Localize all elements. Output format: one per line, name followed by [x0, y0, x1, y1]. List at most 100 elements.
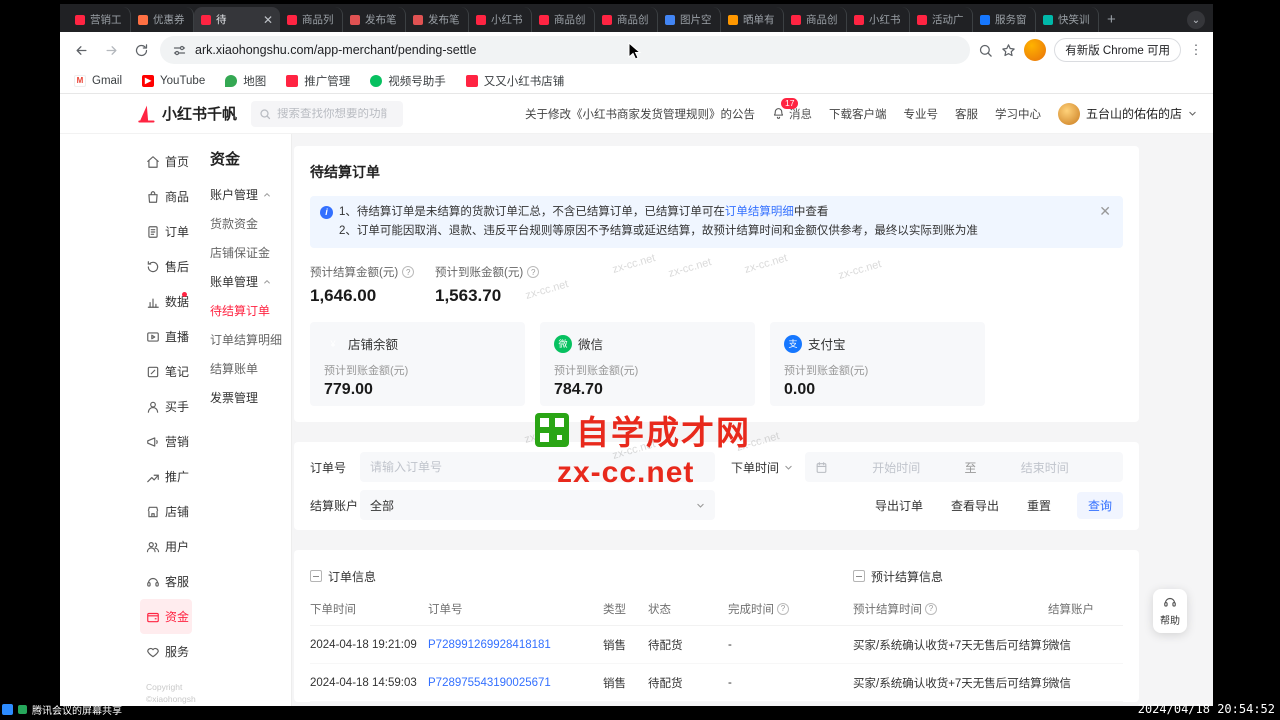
- brand-name: 小红书千帆: [162, 103, 237, 124]
- chrome-update-button[interactable]: 有新版 Chrome 可用: [1054, 38, 1181, 62]
- collapse-icon[interactable]: [853, 570, 865, 582]
- collapse-icon[interactable]: [310, 570, 322, 582]
- close-icon[interactable]: ✕: [1099, 202, 1111, 221]
- tab-strip: 营销工 优惠券 待✕ 商品列 发布笔 发布笔 小红书 商品创 商品创 图片空 晒…: [60, 4, 1213, 32]
- view-export-button[interactable]: 查看导出: [951, 497, 999, 514]
- reset-button[interactable]: 重置: [1027, 497, 1051, 514]
- bookmark-youtube[interactable]: ▶YouTube: [142, 75, 205, 87]
- bookmark-channels[interactable]: 视频号助手: [370, 73, 446, 89]
- browser-tab[interactable]: 商品列: [280, 7, 343, 32]
- tab-close-icon[interactable]: ✕: [263, 14, 273, 26]
- nav-link-pro-account[interactable]: 专业号: [903, 106, 938, 122]
- address-bar: ark.xiaohongshu.com/app-merchant/pending…: [60, 32, 1213, 68]
- query-button[interactable]: 查询: [1077, 492, 1123, 519]
- messages[interactable]: 消息 17: [772, 106, 812, 122]
- new-tab-button[interactable]: +: [1107, 11, 1116, 28]
- brand[interactable]: 小红书千帆: [136, 103, 237, 124]
- browser-tab[interactable]: 商品创: [532, 7, 595, 32]
- sidebar-item-home[interactable]: 首页: [136, 144, 196, 179]
- submenu-item-goods-funds[interactable]: 货款资金: [210, 209, 291, 238]
- browser-tab[interactable]: 小红书: [847, 7, 910, 32]
- site-search-input[interactable]: [277, 108, 387, 120]
- browser-tab[interactable]: 服务窗: [973, 7, 1036, 32]
- url-text: ark.xiaohongshu.com/app-merchant/pending…: [195, 43, 476, 57]
- web-page: 小红书千帆 关于修改《小红书商家发货管理规则》的公告 消息 17 下载客户端 专…: [60, 94, 1213, 706]
- reload-icon[interactable]: [130, 39, 152, 61]
- order-number-link[interactable]: P728975543190025671: [428, 677, 551, 689]
- col-header: 结算账户: [1048, 601, 1123, 617]
- browser-tab[interactable]: 优惠券: [131, 7, 194, 32]
- sidebar-item-services[interactable]: 服务: [136, 634, 196, 669]
- order-no-input[interactable]: [370, 460, 705, 474]
- browser-tab[interactable]: 图片空: [658, 7, 721, 32]
- sidebar-item-buyers[interactable]: 买手: [136, 389, 196, 424]
- question-icon[interactable]: [402, 266, 414, 278]
- question-icon[interactable]: [527, 266, 539, 278]
- primary-sidebar: 首页 商品 订单 售后 数据 直播 笔记 买手 营销 推广 店铺 用户 客服 资…: [136, 134, 196, 706]
- export-orders-button[interactable]: 导出订单: [875, 497, 923, 514]
- submenu-item-settle-detail[interactable]: 订单结算明细: [210, 325, 291, 354]
- browser-tab[interactable]: 发布笔: [343, 7, 406, 32]
- submenu-item-pending-settle[interactable]: 待结算订单: [210, 296, 291, 325]
- submenu-group-invoice[interactable]: 发票管理: [210, 383, 291, 412]
- browser-tab[interactable]: 营销工: [68, 7, 131, 32]
- tab-search-chevron-icon[interactable]: ⌄: [1187, 11, 1205, 29]
- site-search[interactable]: [251, 101, 403, 127]
- tab-favicon: [854, 15, 864, 25]
- sidebar-item-data[interactable]: 数据: [136, 284, 196, 319]
- qianfan-logo-icon: [136, 104, 156, 124]
- more-menu-icon[interactable]: ⋮: [1189, 42, 1203, 58]
- browser-tab[interactable]: 快笑训: [1036, 7, 1099, 32]
- nav-link-support[interactable]: 客服: [955, 106, 978, 122]
- order-number-link[interactable]: P728991269928418181: [428, 639, 551, 651]
- sidebar-item-goods[interactable]: 商品: [136, 179, 196, 214]
- sidebar-item-notes[interactable]: 笔记: [136, 354, 196, 389]
- announcement-link[interactable]: 关于修改《小红书商家发货管理规则》的公告: [525, 106, 755, 122]
- map-pin-icon: [225, 75, 237, 87]
- date-range-picker[interactable]: 开始时间 至 结束时间: [805, 452, 1123, 482]
- browser-tab[interactable]: 发布笔: [406, 7, 469, 32]
- order-no-field[interactable]: [360, 452, 715, 482]
- sidebar-item-funds[interactable]: 资金: [140, 599, 192, 634]
- browser-tab[interactable]: 晒单有: [721, 7, 784, 32]
- tune-icon[interactable]: [172, 43, 187, 58]
- browser-tab[interactable]: 商品创: [595, 7, 658, 32]
- help-button[interactable]: 帮助: [1153, 589, 1187, 633]
- sidebar-item-orders[interactable]: 订单: [136, 214, 196, 249]
- headset-icon: [146, 575, 160, 589]
- submenu-item-deposit[interactable]: 店铺保证金: [210, 238, 291, 267]
- submenu-group-bills[interactable]: 账单管理: [210, 267, 291, 296]
- settle-detail-link[interactable]: 订单结算明细: [725, 206, 794, 218]
- sidebar-item-users[interactable]: 用户: [136, 529, 196, 564]
- sidebar-item-aftersale[interactable]: 售后: [136, 249, 196, 284]
- sidebar-item-live[interactable]: 直播: [136, 319, 196, 354]
- chrome-profile-avatar[interactable]: [1024, 39, 1046, 61]
- bookmark-gmail[interactable]: MGmail: [74, 75, 122, 87]
- sidebar-item-service[interactable]: 客服: [136, 564, 196, 599]
- sidebar-item-marketing[interactable]: 营销: [136, 424, 196, 459]
- bookmark-maps[interactable]: 地图: [225, 73, 266, 89]
- nav-link-download[interactable]: 下载客户端: [829, 106, 887, 122]
- bookmark-xhs-shop[interactable]: 又又小红书店铺: [466, 73, 565, 89]
- question-icon[interactable]: [925, 603, 937, 615]
- bookmark-star-icon[interactable]: [1001, 43, 1016, 58]
- back-icon[interactable]: [70, 39, 92, 61]
- sidebar-item-promotion[interactable]: 推广: [136, 459, 196, 494]
- account-menu[interactable]: 五台山的佑佑的店: [1058, 103, 1197, 125]
- browser-tab-active[interactable]: 待✕: [194, 7, 280, 32]
- question-icon[interactable]: [777, 603, 789, 615]
- bookmark-promotion[interactable]: 推广管理: [286, 73, 350, 89]
- sidebar-item-shop[interactable]: 店铺: [136, 494, 196, 529]
- browser-tab[interactable]: 商品创: [784, 7, 847, 32]
- browser-tab[interactable]: 小红书: [469, 7, 532, 32]
- time-type-select[interactable]: 下单时间: [731, 459, 793, 476]
- url-field[interactable]: ark.xiaohongshu.com/app-merchant/pending…: [160, 36, 970, 64]
- screen-share-indicator[interactable]: 腾讯会议的屏幕共享: [2, 702, 122, 717]
- search-icon[interactable]: [978, 43, 993, 58]
- forward-icon[interactable]: [100, 39, 122, 61]
- submenu-item-settle-bill[interactable]: 结算账单: [210, 354, 291, 383]
- nav-link-learning[interactable]: 学习中心: [995, 106, 1041, 122]
- submenu-group-accounts[interactable]: 账户管理: [210, 180, 291, 209]
- settle-account-select[interactable]: 全部: [360, 490, 715, 520]
- browser-tab[interactable]: 活动广: [910, 7, 973, 32]
